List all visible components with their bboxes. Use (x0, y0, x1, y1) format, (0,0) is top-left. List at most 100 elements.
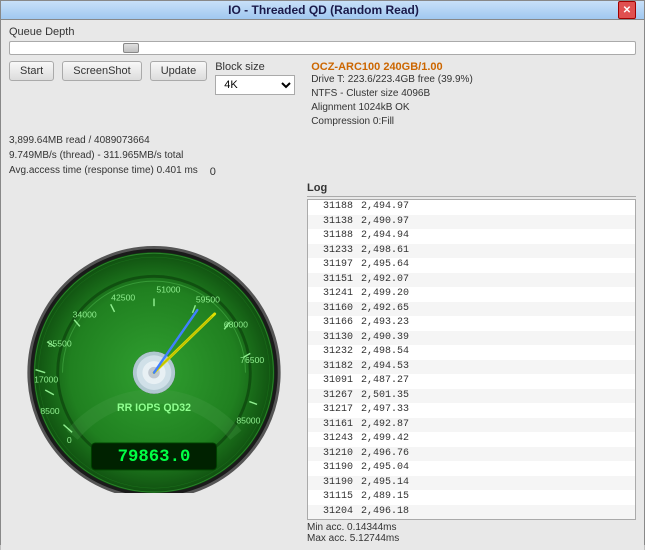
log-col-value: 2,489.15 (361, 490, 409, 505)
log-row: 311382,490.97 (308, 215, 635, 230)
log-row: 311882,494.94 (308, 229, 635, 244)
svg-text:51000: 51000 (156, 285, 180, 295)
log-col-value: 2,494.53 (361, 360, 409, 375)
log-row: 311882,494.97 (308, 200, 635, 215)
log-col-iops: 31138 (311, 215, 361, 230)
log-row: 311972,495.64 (308, 258, 635, 273)
log-col-iops: 31115 (311, 490, 361, 505)
title-bar: IO - Threaded QD (Random Read) ✕ (1, 1, 644, 20)
log-col-iops: 31210 (311, 447, 361, 462)
log-panel: Log 311882,494.97311382,490.97311882,494… (307, 182, 636, 544)
log-col-value: 2,497.33 (361, 403, 409, 418)
log-col-value: 2,501.35 (361, 389, 409, 404)
log-col-value: 2,492.65 (361, 302, 409, 317)
log-col-iops: 31197 (311, 258, 361, 273)
update-button[interactable]: Update (150, 61, 207, 81)
svg-text:34000: 34000 (73, 310, 97, 320)
log-col-iops: 31160 (311, 302, 361, 317)
close-button[interactable]: ✕ (618, 1, 636, 19)
log-row: 311902,495.04 (308, 461, 635, 476)
svg-text:59500: 59500 (196, 294, 220, 304)
log-col-iops: 31190 (311, 476, 361, 491)
log-col-value: 2,492.87 (361, 418, 409, 433)
stat-line1: 3,899.64MB read / 4089073664 (9, 133, 636, 148)
queue-depth-slider-thumb[interactable] (123, 43, 139, 53)
gauge-value: 79863.0 (118, 448, 191, 467)
log-col-value: 2,494.94 (361, 229, 409, 244)
log-row: 311822,494.53 (308, 360, 635, 375)
svg-text:17000: 17000 (34, 374, 58, 384)
log-col-iops: 31233 (311, 244, 361, 259)
svg-text:0: 0 (67, 435, 72, 445)
log-col-iops: 31166 (311, 316, 361, 331)
log-content[interactable]: 311882,494.97311382,490.97311882,494.943… (307, 199, 636, 520)
log-col-iops: 31217 (311, 403, 361, 418)
log-row: 312102,496.76 (308, 447, 635, 462)
gauge-container: RR IOPS QD32 79863.0 0 (9, 182, 299, 544)
info-line3: Alignment 1024kB OK (311, 101, 636, 115)
svg-text:42500: 42500 (111, 292, 135, 302)
log-col-value: 2,498.61 (361, 244, 409, 259)
log-row: 312432,499.42 (308, 432, 635, 447)
log-col-value: 2,495.04 (361, 461, 409, 476)
log-col-value: 2,494.97 (361, 200, 409, 215)
log-col-value: 2,490.39 (361, 331, 409, 346)
log-col-iops: 31267 (311, 389, 361, 404)
log-row: 311152,489.15 (308, 490, 635, 505)
log-row: 311302,490.39 (308, 331, 635, 346)
stat-line2: 9.749MB/s (thread) - 311.965MB/s total (9, 148, 636, 163)
gauge-svg: RR IOPS QD32 79863.0 0 (14, 233, 294, 493)
info-line2: NTFS - Cluster size 4096B (311, 87, 636, 101)
log-col-iops: 31188 (311, 200, 361, 215)
main-window: IO - Threaded QD (Random Read) ✕ Queue D… (0, 0, 645, 545)
block-size-select[interactable]: 512B1K2K 4K8K16K 32K64K128K 256K512K1M (215, 75, 295, 95)
gauge-label: RR IOPS QD32 (117, 402, 191, 414)
log-col-value: 2,498.54 (361, 345, 409, 360)
queue-depth-slider-track[interactable] (9, 41, 636, 55)
queue-depth-label: Queue Depth (9, 26, 636, 38)
log-col-iops: 31204 (311, 505, 361, 520)
svg-text:8500: 8500 (40, 406, 59, 416)
log-footer-min: Min acc. 0.14344ms Max acc. 5.12744ms (307, 522, 636, 544)
log-col-iops: 31241 (311, 287, 361, 302)
log-col-value: 2,490.97 (361, 215, 409, 230)
main-area: RR IOPS QD32 79863.0 0 (9, 182, 636, 544)
log-col-iops: 31161 (311, 418, 361, 433)
log-col-value: 2,492.07 (361, 273, 409, 288)
log-col-value: 2,495.14 (361, 476, 409, 491)
log-row: 312332,498.61 (308, 244, 635, 259)
log-col-value: 2,493.23 (361, 316, 409, 331)
log-title: Log (307, 182, 636, 197)
log-row: 312322,498.54 (308, 345, 635, 360)
log-row: 311512,492.07 (308, 273, 635, 288)
start-button[interactable]: Start (9, 61, 54, 81)
stats-box: 3,899.64MB read / 4089073664 9.749MB/s (… (9, 133, 636, 178)
log-row: 312042,496.18 (308, 505, 635, 520)
info-panel: OCZ-ARC100 240GB/1.00 Drive T: 223.6/223… (311, 61, 636, 129)
block-size-label: Block size (215, 61, 265, 73)
log-col-iops: 31151 (311, 273, 361, 288)
log-row: 312412,499.20 (308, 287, 635, 302)
log-col-iops: 31182 (311, 360, 361, 375)
log-col-value: 2,499.42 (361, 432, 409, 447)
log-row: 311612,492.87 (308, 418, 635, 433)
log-col-value: 2,496.76 (361, 447, 409, 462)
log-row: 311602,492.65 (308, 302, 635, 317)
log-col-iops: 31130 (311, 331, 361, 346)
screenshot-button[interactable]: ScreenShot (62, 61, 141, 81)
gauge-section: RR IOPS QD32 79863.0 0 (9, 182, 299, 544)
log-col-value: 2,496.18 (361, 505, 409, 520)
stat-line3: Avg.access time (response time) 0.401 ms (9, 163, 198, 178)
svg-text:85000: 85000 (236, 416, 260, 426)
log-row: 312672,501.35 (308, 389, 635, 404)
info-line1: Drive T: 223.6/223.4GB free (39.9%) (311, 73, 636, 87)
info-line4: Compression 0:Fill (311, 115, 636, 129)
log-row: 310912,487.27 (308, 374, 635, 389)
log-col-value: 2,487.27 (361, 374, 409, 389)
log-col-value: 2,499.20 (361, 287, 409, 302)
zero-label: 0 (210, 166, 216, 178)
block-size-group: Block size 512B1K2K 4K8K16K 32K64K128K 2… (215, 61, 295, 95)
log-col-iops: 31243 (311, 432, 361, 447)
log-row: 311902,495.14 (308, 476, 635, 491)
info-title: OCZ-ARC100 240GB/1.00 (311, 61, 636, 73)
